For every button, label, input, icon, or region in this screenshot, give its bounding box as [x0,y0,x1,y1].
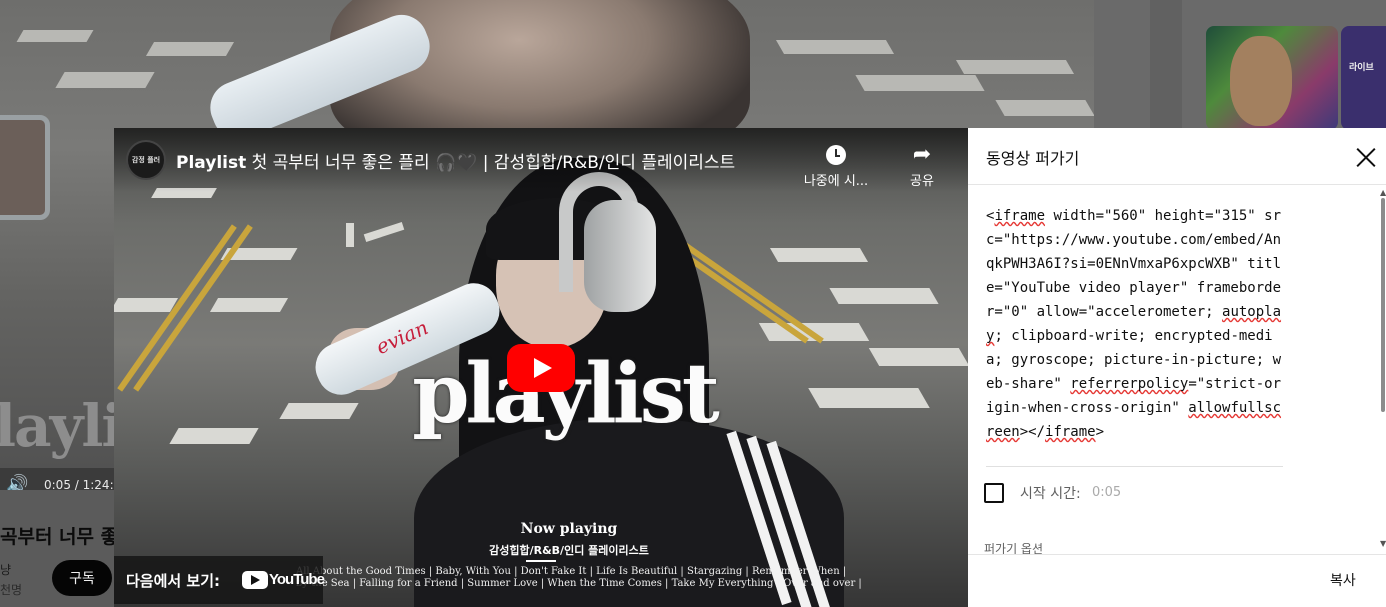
road-marking [775,40,895,54]
road-marking [855,75,985,91]
headphone-cup [584,200,656,312]
road-marking [209,298,289,312]
youtube-logo-text: YouTube [269,571,325,588]
share-label: 공유 [910,174,934,189]
background-phone [0,115,50,220]
embed-code-underline [986,466,1283,467]
scroll-up-icon[interactable]: ▲ [1380,188,1386,197]
road-marking [279,403,359,419]
embed-panel: 동영상 퍼가기 <iframe width="560" height="315"… [968,128,1386,607]
youtube-logo: YouTube [242,569,325,591]
spellcheck-word: allowfullscreen [986,400,1282,440]
watch-on-youtube-button[interactable]: 다음에서 보기: YouTube [114,556,325,604]
start-time-input[interactable] [1092,485,1172,500]
now-playing-divider [526,560,556,562]
background-sidebar-strip [1150,0,1182,130]
clock-icon [796,142,876,168]
road-marking [16,30,94,42]
embed-video-dialog: evian playlist Now playing 감성힙합/R&B/인디 플… [114,128,1386,607]
background-channel-name: 냥 [0,563,12,577]
thumbnail-person [1230,36,1292,126]
road-marking [769,248,869,262]
scrollbar-thumb[interactable] [1381,198,1385,412]
sidebar-thumbnail[interactable]: 라이브 [1341,26,1386,130]
spellcheck-word: autoplay [986,304,1282,344]
watch-later-button[interactable]: 나중에 시... [796,142,876,189]
video-title-link[interactable]: Playlist 첫 곡부터 너무 좋은 플리 🎧🖤 | 감성힙합/R&B/인디… [176,148,735,173]
panel-divider [968,184,1386,185]
subscribe-button[interactable]: 구독 [52,560,112,596]
spellcheck-word: iframe [1045,424,1096,440]
spellcheck-word: iframe [994,208,1046,224]
road-marking [114,298,179,312]
share-icon: ➦ [912,142,932,167]
road-marking [169,428,259,444]
sidebar-thumbnail[interactable] [1206,26,1338,130]
road-marking [145,42,235,56]
background-subscriber-count: 천명 [0,583,23,597]
close-icon[interactable] [1352,144,1380,172]
now-playing-heading: Now playing [520,521,618,537]
road-marking [829,288,939,304]
background-video-title: 곡부터 너무 좋 [0,526,119,548]
embed-video-preview[interactable]: evian playlist Now playing 감성힙합/R&B/인디 플… [114,128,968,607]
road-marking [995,100,1094,116]
video-title-bold: Playlist [176,153,247,173]
embed-options-heading[interactable]: 퍼가기 옵션 [984,540,1043,554]
spellcheck-word: referrerpolicy [1070,376,1189,392]
copy-button[interactable]: 복사 [1330,570,1356,590]
video-title-rest: 첫 곡부터 너무 좋은 플리 🎧🖤 | 감성힙합/R&B/인디 플레이리스트 [246,153,736,173]
watch-on-label: 다음에서 보기: [126,572,221,590]
start-time-checkbox[interactable] [984,483,1004,503]
youtube-logo-icon [242,570,268,589]
tracklist-line: All About the Good Times | Baby, With Yo… [296,566,847,577]
panel-footer-divider [968,554,1386,555]
road-marking [363,222,405,242]
road-marking [55,72,155,88]
road-marking [808,388,930,408]
scroll-down-icon[interactable]: ▼ [1380,539,1386,548]
play-icon[interactable] [507,344,575,392]
now-playing-subtitle: 감성힙합/R&B/인디 플레이리스트 [489,544,649,557]
panel-title: 동영상 퍼가기 [986,149,1080,168]
embed-code-textarea[interactable]: <iframe width="560" height="315" src="ht… [986,204,1286,466]
start-time-label: 시작 시간: [1020,486,1081,502]
road-marking [955,60,1075,74]
road-marking [346,223,354,247]
watch-later-label: 나중에 시... [803,174,869,189]
channel-avatar[interactable]: 감정 플러 [126,140,166,180]
tracklist-line: by the Sea | Falling for a Friend | Summ… [296,578,862,589]
road-marking [868,348,968,366]
share-button[interactable]: ➦ 공유 [892,142,952,189]
